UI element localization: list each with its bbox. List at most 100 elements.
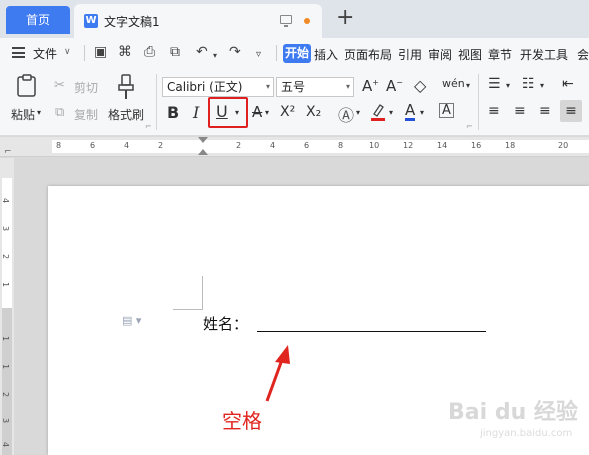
bullet-list-dropdown-icon[interactable]: ▾ — [506, 81, 510, 90]
tab-review[interactable]: 审阅 — [428, 46, 452, 63]
copy-button[interactable]: 复制 — [74, 106, 98, 123]
save-icon[interactable]: ▣ — [94, 44, 107, 60]
font-color-button[interactable]: A — [405, 102, 416, 121]
print-icon[interactable]: ⎙ — [144, 44, 155, 60]
cut-button[interactable]: 剪切 — [74, 79, 98, 96]
char-border-button[interactable]: A — [439, 103, 454, 118]
numbered-list-dropdown-icon[interactable]: ▾ — [540, 81, 544, 90]
font-size-value: 五号 — [281, 80, 306, 94]
ruler-tick: 2 — [1, 253, 11, 260]
text-effect-dropdown-icon[interactable]: ▾ — [356, 108, 360, 117]
ribbon-toolbar: 粘贴 ▾ ✂ 剪切 ⧉ 复制 格式刷 ⌐ Calibri (正文) ▾ 五号 ▾… — [0, 68, 589, 136]
menu-bar: 文件 ∨ ▣ ⌘ ⎙ ⧉ ↶ ▾ ↷ ▿ 开始 插入 页面布局 引用 审阅 视图… — [0, 38, 589, 68]
highlighter-dropdown-icon[interactable]: ▾ — [389, 108, 393, 117]
red-arrow-icon — [265, 345, 290, 402]
ruler-tick: 3 — [1, 225, 11, 232]
ruler-tick: 6 — [304, 141, 310, 150]
vertical-ruler[interactable]: 4 3 2 1 1 1 2 3 4 — [0, 158, 14, 455]
ruler-tick: 2 — [158, 141, 164, 150]
tab-page-layout[interactable]: 页面布局 — [344, 46, 392, 63]
paragraph-handle-icon[interactable]: ▤ ▾ — [122, 314, 141, 327]
print-preview-icon[interactable]: ⧉ — [170, 44, 180, 60]
document-title: 文字文稿1 — [104, 15, 160, 29]
ruler-tick: 3 — [1, 417, 11, 424]
ruler-tick: 1 — [1, 281, 11, 288]
monitor-icon[interactable] — [280, 15, 292, 27]
space-annotation: 空格 — [222, 409, 262, 433]
group-expand-icon[interactable]: ⌐ — [145, 122, 152, 131]
ruler-tick: 2 — [236, 141, 242, 150]
italic-button[interactable]: I — [193, 103, 199, 122]
clipboard-icon[interactable] — [16, 74, 38, 98]
vruler-text-area — [2, 308, 12, 455]
paste-button[interactable]: 粘贴 — [11, 106, 35, 123]
writer-icon: W — [84, 14, 98, 28]
undo-dropdown-icon[interactable]: ▾ — [213, 48, 217, 64]
watermark-url: jingyan.baidu.com — [480, 428, 573, 439]
underline-highlight-box — [208, 97, 248, 128]
tab-member[interactable]: 会 — [577, 46, 589, 63]
tab-start[interactable]: 开始 — [283, 44, 311, 63]
hamburger-icon[interactable] — [12, 47, 25, 58]
paste-dropdown-icon[interactable]: ▾ — [37, 108, 41, 117]
ruler-tick: 10 — [369, 141, 380, 150]
tab-chapter[interactable]: 章节 — [488, 46, 512, 63]
bold-button[interactable]: B — [167, 103, 179, 122]
file-menu[interactable]: 文件 — [33, 45, 57, 62]
font-color-dropdown-icon[interactable]: ▾ — [420, 108, 424, 117]
baidu-watermark: Bai du 经验 — [448, 400, 578, 425]
font-size-select[interactable]: 五号 ▾ — [276, 77, 354, 97]
phonetic-guide-icon[interactable]: wén — [442, 77, 465, 90]
superscript-button[interactable]: X² — [280, 104, 295, 120]
text-effect-icon[interactable]: Ⓐ — [338, 102, 354, 126]
tab-insert[interactable]: 插入 — [314, 46, 338, 63]
tab-home[interactable]: 首页 — [6, 6, 70, 34]
justify-icon[interactable]: ≡ — [560, 100, 582, 122]
align-center-icon[interactable]: ≡ — [514, 103, 526, 119]
tab-document[interactable]: W 文字文稿1 — [74, 4, 322, 38]
bullet-list-icon[interactable]: ☰ — [488, 76, 501, 92]
ruler-tick: 14 — [437, 141, 448, 150]
tab-references[interactable]: 引用 — [398, 46, 422, 63]
numbered-list-icon[interactable]: ☷ — [522, 76, 535, 92]
chevron-down-icon: ▾ — [265, 82, 270, 91]
subscript-button[interactable]: X₂ — [306, 104, 321, 120]
ruler-tick: 4 — [1, 441, 11, 448]
new-tab-button[interactable]: + — [336, 6, 354, 30]
unsaved-dot-icon — [304, 18, 310, 24]
customize-toolbar-icon[interactable]: ▿ — [256, 47, 261, 63]
ruler-tick: 12 — [403, 141, 414, 150]
export-pdf-icon[interactable]: ⌘ — [118, 44, 132, 60]
ribbon-separator — [156, 74, 157, 130]
first-line-indent-marker[interactable] — [198, 137, 208, 143]
format-painter-icon[interactable] — [118, 74, 134, 100]
tab-stop-selector-icon[interactable]: ⌐ — [4, 147, 12, 157]
font-name-select[interactable]: Calibri (正文) ▾ — [162, 77, 274, 97]
strikethrough-dropdown-icon[interactable]: ▾ — [265, 108, 269, 117]
name-underline-blank[interactable] — [257, 331, 486, 332]
redo-icon[interactable]: ↷ — [229, 44, 241, 60]
horizontal-ruler[interactable]: 8 6 4 2 2 4 6 8 10 12 14 16 18 20 — [0, 137, 589, 157]
highlighter-icon[interactable] — [370, 102, 386, 122]
decrease-indent-icon[interactable]: ⇤ — [562, 76, 574, 92]
undo-icon[interactable]: ↶ — [196, 44, 208, 60]
align-left-icon[interactable]: ≡ — [488, 103, 500, 119]
strikethrough-button[interactable]: A — [252, 103, 262, 121]
align-right-icon[interactable]: ≡ — [539, 103, 551, 119]
margin-corner-mark — [173, 276, 203, 310]
ruler-tick: 16 — [471, 141, 482, 150]
document-page[interactable]: ▤ ▾ 姓名： 空格 Bai du 经验 jingyan.baidu.com — [48, 186, 589, 455]
format-painter-button[interactable]: 格式刷 — [108, 106, 144, 123]
phonetic-dropdown-icon[interactable]: ▾ — [466, 81, 470, 90]
decrease-font-icon[interactable]: A− — [386, 77, 403, 95]
ruler-tick: 8 — [338, 141, 344, 150]
increase-font-icon[interactable]: A+ — [362, 77, 379, 95]
ruler-tick: 4 — [1, 197, 11, 204]
tab-view[interactable]: 视图 — [458, 46, 482, 63]
ribbon-separator — [478, 74, 479, 130]
left-indent-marker[interactable] — [198, 149, 208, 155]
tab-developer[interactable]: 开发工具 — [520, 46, 568, 63]
group-expand-icon[interactable]: ⌐ — [466, 122, 473, 131]
clear-format-icon[interactable]: ◇ — [414, 76, 426, 95]
chevron-down-icon[interactable]: ∨ — [64, 47, 71, 57]
